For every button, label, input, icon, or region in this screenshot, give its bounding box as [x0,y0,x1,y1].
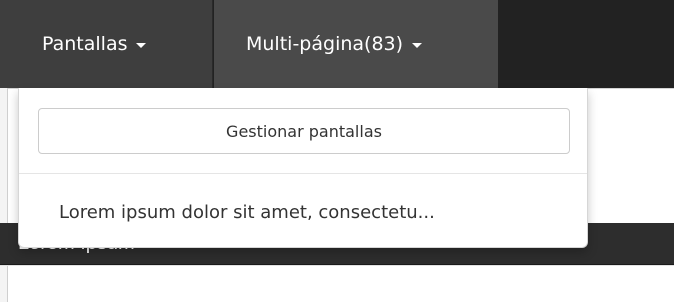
nav-multipagina-dropdown[interactable]: Multi-página(83) [214,0,498,88]
caret-down-icon [136,43,147,48]
menu-divider [19,173,587,174]
nav-pantallas-dropdown[interactable]: Pantallas [0,0,213,88]
nav-multipagina-label: Multi-página(83) [246,33,404,55]
panel-body [0,265,674,302]
panel-body-left-edge [0,266,8,302]
content-left-edge [0,88,8,223]
dropdown-menu-item[interactable]: Lorem ipsum dolor sit amet, consectetu..… [59,202,435,223]
caret-down-icon [412,43,423,48]
top-navbar: Pantallas Multi-página(83) [0,0,674,88]
manage-screens-button[interactable]: Gestionar pantallas [38,108,570,154]
pantallas-dropdown-menu: Gestionar pantallas Lorem ipsum dolor si… [18,88,588,248]
nav-pantallas-label: Pantallas [42,33,128,55]
